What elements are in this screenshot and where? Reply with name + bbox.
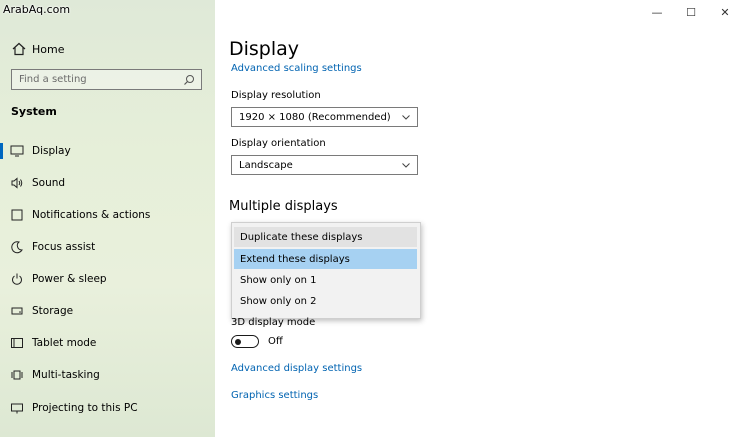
sidebar-item-storage[interactable]: Storage [0, 299, 215, 323]
home-label: Home [32, 42, 65, 56]
power-icon [10, 272, 24, 286]
sidebar-item-notifications[interactable]: Notifications & actions [0, 203, 215, 227]
page-title: Display [229, 38, 300, 60]
sidebar-home-link[interactable]: Home [10, 40, 64, 58]
option-show-only-1[interactable]: Show only on 1 [234, 270, 417, 290]
orientation-dropdown[interactable]: Landscape [231, 155, 418, 175]
monitor-icon [10, 144, 24, 158]
option-extend[interactable]: Extend these displays [234, 249, 417, 269]
advanced-display-link[interactable]: Advanced display settings [231, 363, 362, 374]
storage-icon [10, 304, 24, 318]
sidebar-item-label: Power & sleep [32, 273, 107, 285]
graphics-settings-link[interactable]: Graphics settings [231, 390, 318, 401]
orientation-label: Display orientation [231, 138, 326, 149]
resolution-value: 1920 × 1080 (Recommended) [239, 111, 391, 123]
3d-mode-label: 3D display mode [231, 317, 316, 328]
sidebar-item-multitasking[interactable]: Multi-tasking [0, 363, 215, 387]
sidebar-item-label: Focus assist [32, 241, 96, 253]
search-placeholder: Find a setting [19, 74, 87, 85]
notification-icon [10, 208, 24, 222]
moon-icon [10, 240, 24, 254]
search-icon[interactable] [183, 74, 195, 86]
sidebar-item-label: Multi-tasking [32, 369, 100, 381]
toggle-knob [235, 338, 241, 345]
sidebar-item-label: Tablet mode [32, 337, 97, 349]
close-button[interactable]: ✕ [708, 4, 742, 20]
maximize-button[interactable]: ☐ [674, 4, 708, 20]
tablet-icon [10, 336, 24, 350]
main-content: — ☐ ✕ Display Advanced scaling settings … [215, 0, 750, 437]
speaker-icon [10, 176, 24, 190]
multitasking-icon [10, 368, 24, 382]
sidebar: ArabAq.com Home Find a setting System Di… [0, 0, 215, 437]
3d-mode-state: Off [268, 336, 283, 347]
resolution-dropdown[interactable]: 1920 × 1080 (Recommended) [231, 107, 418, 127]
advanced-scaling-link[interactable]: Advanced scaling settings [231, 63, 362, 74]
sidebar-item-tablet-mode[interactable]: Tablet mode [0, 331, 215, 355]
chevron-down-icon [402, 163, 410, 168]
sidebar-item-power-sleep[interactable]: Power & sleep [0, 267, 215, 291]
search-input[interactable]: Find a setting [11, 69, 202, 90]
watermark-text: ArabAq.com [3, 3, 71, 16]
chevron-down-icon [402, 115, 410, 120]
window-controls: — ☐ ✕ [640, 4, 742, 20]
sidebar-item-projecting[interactable]: Projecting to this PC [0, 396, 215, 420]
orientation-value: Landscape [239, 159, 293, 171]
home-icon [12, 42, 26, 56]
sidebar-item-focus-assist[interactable]: Focus assist [0, 235, 215, 259]
sidebar-item-label: Storage [32, 305, 74, 317]
3d-mode-toggle[interactable] [231, 335, 259, 348]
sidebar-item-label: Sound [32, 177, 66, 189]
projector-icon [10, 401, 24, 415]
sidebar-item-label: Display [32, 145, 71, 157]
multiple-displays-heading: Multiple displays [229, 199, 338, 214]
section-title: System [11, 105, 57, 118]
sidebar-item-sound[interactable]: Sound [0, 171, 215, 195]
resolution-label: Display resolution [231, 90, 321, 101]
sidebar-item-display[interactable]: Display [0, 139, 215, 163]
option-duplicate[interactable]: Duplicate these displays [234, 227, 417, 247]
sidebar-item-label: Notifications & actions [32, 209, 151, 221]
minimize-button[interactable]: — [640, 4, 674, 20]
multiple-displays-menu: Duplicate these displays Extend these di… [231, 222, 421, 319]
sidebar-item-label: Projecting to this PC [32, 402, 138, 414]
option-show-only-2[interactable]: Show only on 2 [234, 291, 417, 311]
